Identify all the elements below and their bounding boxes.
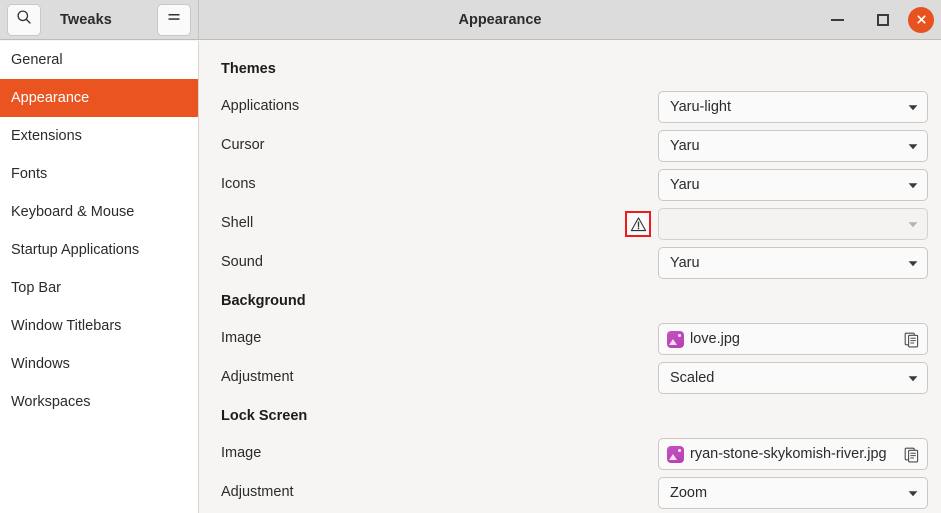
row-label-background-adjustment: Adjustment [221,369,294,385]
row-label-themes-shell: Shell [221,215,254,231]
app-title: Tweaks [60,11,112,28]
file-name-lock-screen-image: ryan-stone-skykomish-river.jpg [690,446,887,462]
sidebar-item-label: Workspaces [11,394,91,410]
row-label-themes-icons: Icons [221,176,256,192]
document-copy-icon[interactable] [897,446,927,463]
combo-value-themes-applications: Yaru-light [670,99,731,115]
combo-themes-cursor[interactable]: Yaru [658,130,928,162]
sidebar-item-label: Window Titlebars [11,318,122,334]
sidebar-item-workspaces[interactable]: Workspaces [0,383,198,421]
section-title-themes: Themes [221,61,276,77]
hamburger-menu-icon [166,9,182,30]
row-label-themes-applications: Applications [221,98,300,114]
close-button[interactable] [904,0,938,40]
section-title-lock-screen: Lock Screen [221,408,308,424]
sidebar-item-general[interactable]: General [0,41,198,79]
sidebar-item-label: Windows [11,356,70,372]
sidebar-item-label: Fonts [11,166,48,182]
header-bar: Tweaks Appearance [0,0,941,40]
sidebar-item-label: Keyboard & Mouse [11,204,135,220]
combo-value-background-adjustment: Scaled [670,370,715,386]
sidebar-item-label: Top Bar [11,280,61,296]
section-title-background: Background [221,293,306,309]
row-label-lock-screen-image: Image [221,445,262,461]
search-button[interactable] [7,3,41,36]
sidebar-item-top-bar[interactable]: Top Bar [0,269,198,307]
file-button-lock-screen-image[interactable]: ryan-stone-skykomish-river.jpg [658,438,928,470]
maximize-icon [877,13,889,26]
file-name-background-image: love.jpg [690,331,740,347]
primary-menu-button[interactable] [157,3,191,36]
row-label-background-image: Image [221,330,262,346]
settings-content-panel: https://blog.csdn.net/m0_52650517 Themes… [200,41,941,513]
chevron-down-icon [899,218,927,230]
chevron-down-icon [899,140,927,152]
minimize-icon [830,18,844,21]
file-button-background-image[interactable]: love.jpg [658,323,928,355]
sidebar-item-label: Appearance [11,90,90,106]
image-file-icon [667,445,684,463]
sidebar-item-appearance[interactable]: Appearance [0,79,198,117]
sidebar-item-keyboard-mouse[interactable]: Keyboard & Mouse [0,193,198,231]
combo-themes-shell [658,208,928,240]
warning-triangle-icon [625,211,651,237]
document-copy-icon[interactable] [897,331,927,348]
chevron-down-icon [899,487,927,499]
combo-value-themes-cursor: Yaru [670,138,700,154]
search-icon [16,9,32,30]
combo-value-themes-sound: Yaru [670,255,700,271]
navigation-sidebar[interactable]: General Appearance Extensions Fonts Keyboard… [0,41,199,513]
sidebar-item-label: General [11,52,63,68]
chevron-down-icon [899,179,927,191]
close-icon [908,6,934,33]
row-label-themes-cursor: Cursor [221,137,265,153]
chevron-down-icon [899,372,927,384]
image-file-icon [667,330,684,348]
combo-themes-sound[interactable]: Yaru [658,247,928,279]
sidebar-item-label: Extensions [11,128,82,144]
row-label-lock-screen-adjustment: Adjustment [221,484,294,500]
combo-themes-applications[interactable]: Yaru-light [658,91,928,123]
maximize-button[interactable] [866,0,900,40]
combo-background-adjustment[interactable]: Scaled [658,362,928,394]
combo-lock-screen-adjustment[interactable]: Zoom [658,477,928,509]
chevron-down-icon [899,257,927,269]
sidebar-item-startup-applications[interactable]: Startup Applications [0,231,198,269]
combo-value-lock-screen-adjustment: Zoom [670,485,708,501]
sidebar-item-fonts[interactable]: Fonts [0,155,198,193]
sidebar-item-window-titlebars[interactable]: Window Titlebars [0,307,198,345]
row-label-themes-sound: Sound [221,254,263,270]
header-bar-right: Appearance [199,0,941,40]
chevron-down-icon [899,101,927,113]
header-bar-left: Tweaks [0,0,199,40]
combo-themes-icons[interactable]: Yaru [658,169,928,201]
sidebar-item-label: Startup Applications [11,242,140,258]
minimize-button[interactable] [820,0,854,40]
tweaks-window: Tweaks Appearance General Appearance Ext… [0,0,941,513]
combo-value-themes-icons: Yaru [670,177,700,193]
sidebar-item-extensions[interactable]: Extensions [0,117,198,155]
sidebar-item-windows[interactable]: Windows [0,345,198,383]
